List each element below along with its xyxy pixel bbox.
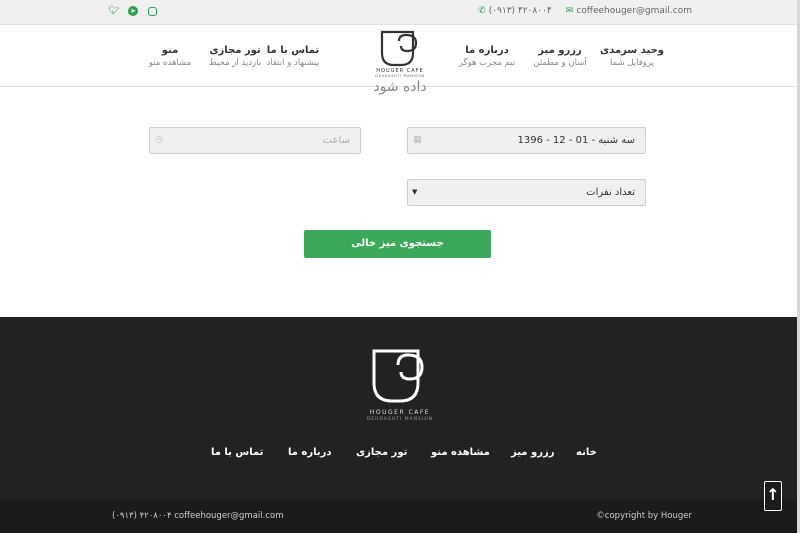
phone-icon: ✆ (478, 6, 486, 16)
footer: HOUGER CAFE DEHDASHTI MANSION خانه رزرو … (0, 317, 800, 500)
telegram-icon[interactable]: ➤ (128, 6, 138, 16)
footer-link-home[interactable]: خانه (576, 447, 597, 458)
footer-logo-title: HOUGER CAFE (369, 409, 431, 416)
people-value: تعداد نفرات (586, 187, 635, 198)
footer-link-contact[interactable]: تماس با ما (211, 447, 263, 458)
calendar-icon: ▦ (413, 135, 422, 145)
footer-link-menu[interactable]: مشاهده منو (431, 447, 490, 458)
social-links: 🐦︎ ➤ (108, 6, 157, 16)
cup-logo-icon (380, 30, 418, 67)
intro-line: داده شود (373, 79, 427, 95)
footer-link-tour[interactable]: تور مجازی (356, 447, 407, 458)
mail-icon: ✉ (565, 6, 574, 16)
email-text: coffeehouger@gmail.com (576, 6, 692, 16)
nav-about[interactable]: درباره ما تیم مجرب هوگر (442, 44, 532, 69)
nav-subtitle: تیم مجرب هوگر (458, 58, 516, 68)
people-select[interactable]: تعداد نفرات ▼ (407, 179, 646, 206)
footer-contact: (۰۹۱۳) ۴۲۰۸۰۰۴ coffeehouger@gmail.com (112, 511, 284, 521)
search-table-button[interactable]: جستجوی میز خالی (304, 230, 491, 258)
arrow-up-icon: ↑ (766, 485, 780, 504)
phone-contact: ✆ (۰۹۱۳) ۴۲۰۸۰۰۴ (478, 6, 552, 16)
copyright-bar: (۰۹۱۳) ۴۲۰۸۰۰۴ coffeehouger@gmail.com ©c… (0, 500, 800, 533)
twitter-icon[interactable]: 🐦︎ (108, 6, 119, 16)
footer-link-reserve[interactable]: رزرو میز (511, 447, 554, 458)
scroll-to-top-button[interactable]: ↑ (764, 481, 782, 511)
date-field[interactable]: 1396 - 12 - 01 - سه شنبه ▦ (407, 127, 646, 154)
footer-logo-subtitle: DEHDASHTI MANSION (366, 417, 434, 422)
nav-title: درباره ما (465, 45, 509, 56)
copyright-text: ©copyright by Houger (596, 511, 692, 521)
phone-text: (۰۹۱۳) ۴۲۰۸۰۰۴ (488, 6, 552, 16)
instagram-icon[interactable] (148, 6, 157, 16)
chevron-down-icon: ▼ (412, 188, 418, 196)
contact-info: ✆ (۰۹۱۳) ۴۲۰۸۰۰۴ ✉ coffeehouger@gmail.com (478, 6, 692, 16)
footer-logo[interactable]: HOUGER CAFE DEHDASHTI MANSION (364, 347, 436, 427)
cup-logo-icon (372, 349, 424, 403)
top-bar: 🐦︎ ➤ ✆ (۰۹۱۳) ۴۲۰۸۰۰۴ ✉ coffeehouger@gmail… (0, 0, 800, 25)
time-placeholder: ساعت (322, 135, 350, 146)
cafe-logo[interactable]: HOUGER CAFE DEHDASHTI MANSION (374, 29, 426, 83)
footer-link-about[interactable]: درباره ما (288, 447, 332, 458)
nav-subtitle: مشاهده منو (148, 58, 192, 68)
intro-text: داده شود (0, 77, 800, 95)
email-contact[interactable]: ✉ coffeehouger@gmail.com (566, 6, 692, 16)
date-value: 1396 - 12 - 01 - سه شنبه (517, 135, 636, 146)
clock-icon: ◷ (155, 135, 163, 145)
time-field[interactable]: ساعت ◷ (149, 127, 361, 154)
nav-menu[interactable]: منو مشاهده منو (125, 44, 215, 69)
nav-title: منو (161, 45, 179, 56)
